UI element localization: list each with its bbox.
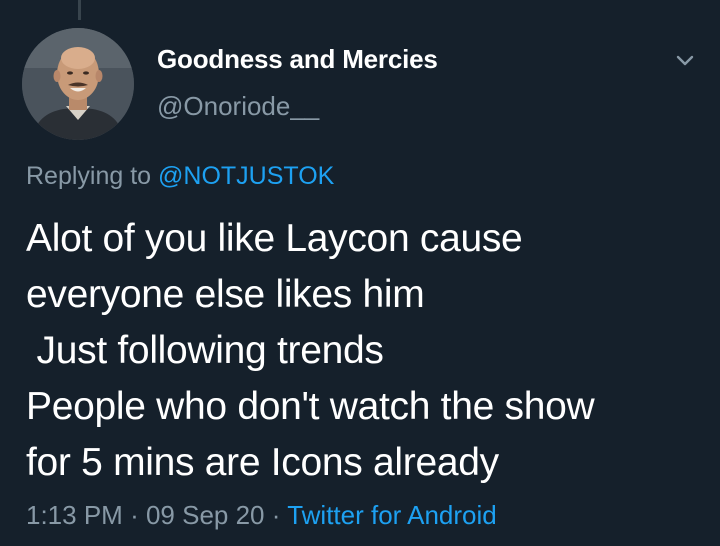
author-display-name[interactable]: Goodness and Mercies	[157, 44, 438, 75]
tweet-time[interactable]: 1:13 PM	[26, 500, 123, 530]
meta-separator: ·	[271, 500, 281, 530]
tweet-options-button[interactable]	[670, 46, 700, 76]
tweet-text-line: Alot of you like Laycon cause	[26, 217, 523, 260]
chevron-down-icon	[676, 55, 694, 66]
tweet-date[interactable]: 09 Sep 20	[146, 500, 265, 530]
reply-mention-link[interactable]: @NOTJUSTOK	[158, 162, 334, 190]
tweet-text-line: People who don't watch the show	[26, 385, 595, 428]
tweet-text-line: Just following trends	[26, 329, 384, 372]
avatar-portrait-icon	[22, 28, 134, 140]
author-avatar[interactable]	[22, 28, 134, 140]
tweet-text-line: everyone else likes him	[26, 273, 425, 316]
thread-connector-line	[78, 0, 81, 20]
tweet-metadata: 1:13 PM · 09 Sep 20 · Twitter for Androi…	[26, 500, 497, 531]
tweet-source-link[interactable]: Twitter for Android	[287, 500, 497, 530]
replying-to-context: Replying to @NOTJUSTOK	[26, 162, 334, 191]
tweet-text-line: for 5 mins are Icons already	[26, 441, 499, 484]
tweet-body: Alot of you like Laycon cause everyone e…	[26, 211, 706, 491]
author-handle[interactable]: @Onoriode__	[157, 91, 319, 122]
replying-to-label: Replying to	[26, 162, 152, 190]
meta-separator: ·	[130, 500, 139, 530]
